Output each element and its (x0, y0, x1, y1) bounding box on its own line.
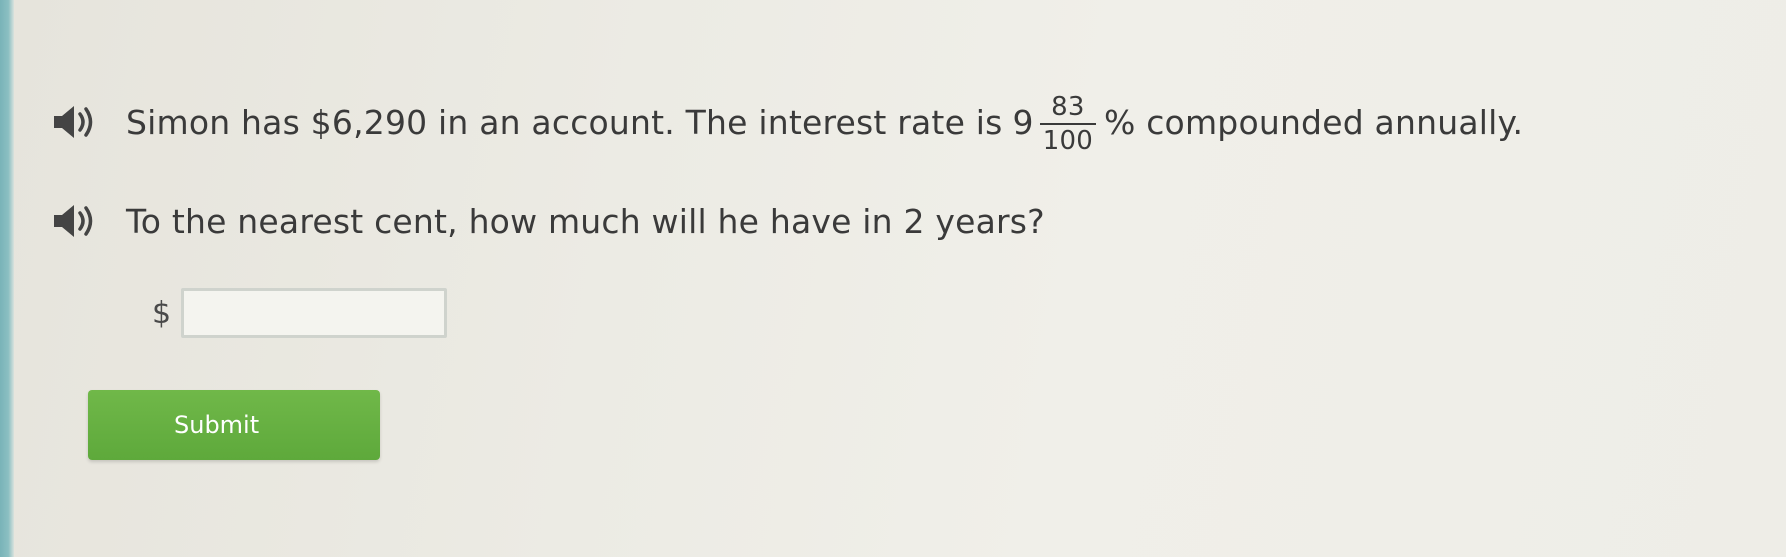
rate-whole-number: 9 (1012, 102, 1034, 142)
question-line-1: Simon has $6,290 in an account. The inte… (50, 82, 1523, 162)
question-text-prompt: To the nearest cent, how much will he ha… (126, 201, 1045, 241)
answer-row: $ (152, 288, 448, 338)
submit-button[interactable]: Submit (88, 390, 380, 460)
left-edge-panel (0, 0, 14, 557)
rate-fraction: 83 100 (1039, 92, 1096, 156)
question-line-2: To the nearest cent, how much will he ha… (50, 196, 1045, 246)
speaker-icon[interactable] (50, 102, 100, 142)
rate-numerator: 83 (1051, 92, 1085, 122)
rate-denominator: 100 (1042, 126, 1093, 156)
answer-input[interactable] (181, 288, 448, 338)
currency-symbol: $ (152, 295, 172, 331)
question-text-compounding: % compounded annually. (1103, 102, 1524, 142)
speaker-icon[interactable] (50, 201, 100, 241)
question-text-intro: Simon has $6,290 in an account. The inte… (126, 102, 1003, 142)
